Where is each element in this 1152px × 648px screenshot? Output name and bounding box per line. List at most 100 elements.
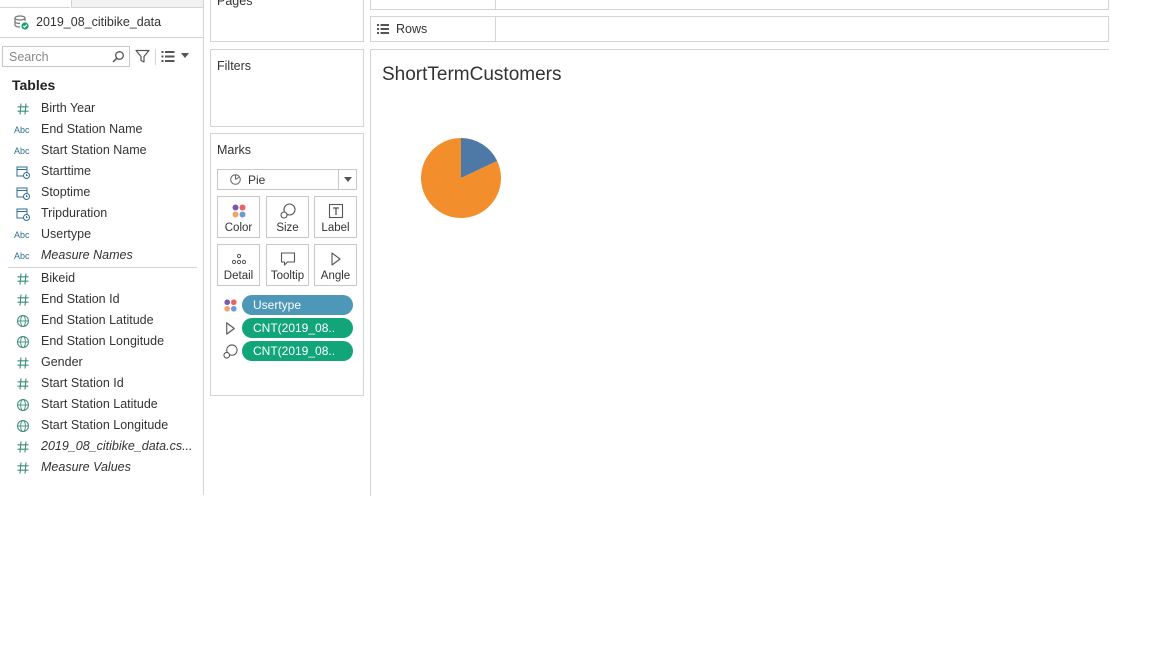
data-source-name: 2019_08_citibike_data — [36, 15, 162, 29]
number-type-icon — [17, 462, 29, 474]
field-name: Start Station Name — [41, 143, 147, 157]
chevron-down-icon[interactable] — [181, 53, 189, 59]
field-item[interactable]: 2019_08_citibike_data.cs... — [0, 436, 203, 457]
pie-chart[interactable] — [420, 137, 502, 219]
size-button[interactable]: Size — [266, 196, 309, 238]
field-name: Measure Names — [41, 248, 133, 262]
field-item[interactable]: Abc Measure Names — [0, 245, 203, 266]
count-angle-pill[interactable]: CNT(2019_08.. — [242, 318, 353, 338]
field-name: Tripduration — [41, 206, 108, 220]
field-item[interactable]: Start Station Longitude — [0, 415, 203, 436]
tooltip-icon — [280, 252, 296, 266]
search-icon — [112, 51, 124, 63]
field-item[interactable]: End Station Longitude — [0, 331, 203, 352]
color-button-label: Color — [224, 222, 253, 234]
view-list-icon[interactable] — [161, 50, 175, 63]
tooltip-button[interactable]: Tooltip — [266, 244, 309, 286]
label-icon — [328, 203, 344, 219]
filter-icon[interactable] — [135, 49, 150, 64]
rows-label: Rows — [396, 22, 428, 36]
number-type-icon — [17, 357, 29, 369]
field-name: End Station Id — [41, 292, 120, 306]
number-type-icon — [17, 103, 29, 115]
analytics-tab[interactable] — [71, 0, 203, 8]
field-item[interactable]: Start Station Latitude — [0, 394, 203, 415]
pages-title: Pages — [217, 0, 253, 8]
label-button[interactable]: Label — [314, 196, 357, 238]
color-icon — [232, 204, 246, 218]
field-item[interactable]: Birth Year — [0, 98, 203, 119]
field-name: End Station Name — [41, 122, 143, 136]
field-item[interactable]: Starttime — [0, 161, 203, 182]
detail-button-label: Detail — [223, 270, 254, 282]
search-field[interactable] — [2, 46, 130, 67]
data-tab[interactable] — [0, 0, 70, 8]
field-name: Starttime — [41, 164, 92, 178]
field-name: Stoptime — [41, 185, 91, 199]
pane-tab-strip — [0, 0, 203, 8]
database-icon — [14, 15, 29, 30]
angle-button-label: Angle — [320, 270, 351, 282]
marks-pill-color: Usertype — [223, 295, 364, 315]
worksheet-view: ShortTermCustomers — [370, 49, 1109, 496]
datetime-type-icon — [16, 187, 30, 200]
angle-icon — [331, 252, 341, 266]
string-type-icon: Abc — [14, 146, 30, 156]
field-item[interactable]: End Station Id — [0, 289, 203, 310]
mark-type-dropdown[interactable]: Pie — [217, 169, 357, 190]
globe-type-icon — [17, 420, 29, 432]
field-name: Usertype — [41, 227, 92, 241]
rows-icon — [377, 24, 389, 34]
dropdown-separator — [338, 170, 339, 189]
filters-card[interactable]: Filters — [210, 49, 364, 127]
globe-type-icon — [17, 315, 29, 327]
count-size-pill[interactable]: CNT(2019_08.. — [242, 341, 353, 361]
pages-card[interactable]: Pages — [210, 0, 364, 42]
filters-title: Filters — [217, 59, 252, 73]
string-type-icon: Abc — [14, 230, 30, 240]
globe-type-icon — [17, 399, 29, 411]
detail-button[interactable]: Detail — [217, 244, 260, 286]
field-item[interactable]: Abc Usertype — [0, 224, 203, 245]
datetime-type-icon — [16, 208, 30, 221]
size-icon — [280, 203, 296, 219]
field-item[interactable]: Start Station Id — [0, 373, 203, 394]
field-name: Start Station Longitude — [41, 418, 169, 432]
marks-card: Marks Pie Color Size Label Detail Toolti… — [210, 133, 364, 396]
field-item[interactable]: Gender — [0, 352, 203, 373]
pie-mark-icon — [230, 174, 241, 185]
detail-icon — [231, 253, 247, 265]
field-item[interactable]: Bikeid — [0, 268, 203, 289]
marks-pill-size: CNT(2019_08.. — [223, 341, 364, 361]
field-name: Gender — [41, 355, 83, 369]
color-icon — [224, 299, 237, 312]
field-name: Start Station Id — [41, 376, 124, 390]
globe-type-icon — [17, 336, 29, 348]
angle-button[interactable]: Angle — [314, 244, 357, 286]
data-source-row[interactable]: 2019_08_citibike_data — [0, 9, 203, 38]
label-button-label: Label — [321, 222, 350, 234]
sheet-title[interactable]: ShortTermCustomers — [382, 64, 562, 86]
field-item[interactable]: Tripduration — [0, 203, 203, 224]
field-item[interactable]: Abc End Station Name — [0, 119, 203, 140]
toolbar-separator — [155, 49, 156, 65]
field-item[interactable]: Measure Values — [0, 457, 203, 478]
field-item[interactable]: Abc Start Station Name — [0, 140, 203, 161]
field-name: End Station Longitude — [41, 334, 165, 348]
search-input[interactable] — [3, 47, 113, 66]
mark-type-label: Pie — [248, 173, 266, 187]
shelf-separator — [495, 17, 496, 41]
field-name: End Station Latitude — [41, 313, 154, 327]
marks-pill-angle: CNT(2019_08.. — [223, 318, 364, 338]
field-item[interactable]: End Station Latitude — [0, 310, 203, 331]
chevron-down-icon — [344, 177, 352, 182]
columns-shelf[interactable] — [370, 0, 1109, 10]
number-type-icon — [17, 273, 29, 285]
string-type-icon: Abc — [14, 251, 30, 261]
shelf-separator — [495, 0, 496, 9]
color-button[interactable]: Color — [217, 196, 260, 238]
field-item[interactable]: Stoptime — [0, 182, 203, 203]
rows-shelf[interactable]: Rows — [370, 16, 1109, 42]
number-type-icon — [17, 441, 29, 453]
usertype-pill[interactable]: Usertype — [242, 295, 353, 315]
